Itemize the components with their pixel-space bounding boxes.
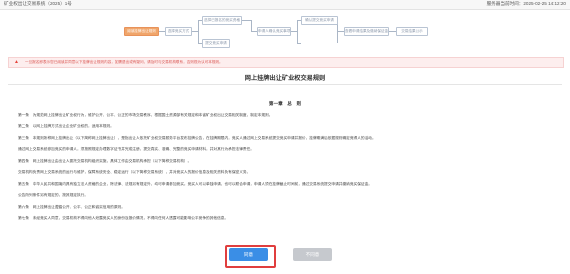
- step-view-result: 查看申请结果及缴纳保证金: [344, 27, 389, 36]
- rule-paragraph: 第五条 中华人民共和国境内具有独立法人资格的企业，除法律、法规另有规定外，均可申…: [18, 182, 372, 186]
- flow-connector: [198, 20, 199, 43]
- warning-icon: ▲: [14, 59, 19, 65]
- rules-title: 网上挂牌出让矿业权交易规则: [244, 75, 326, 82]
- flow-connector: [290, 31, 297, 32]
- rule-paragraph: 第四条 网上挂牌出让由出让人委托交易机构组织实施，具体工作由交易机构承担（以下简…: [18, 159, 192, 163]
- rule-paragraph: 第七条 未经竞买人同意，交易机构不得向他人泄露竞买人的身份及报价情况，不得向任何…: [18, 216, 229, 220]
- rule-paragraph: 公告所列条件另有规定的，按其规定执行。: [18, 193, 89, 197]
- process-flow: 阅读挂牌出让规则 选择竞买方式 选择已报名的竞买资格 提交竞买申请 申请人确认竞…: [0, 11, 570, 49]
- divider: [8, 84, 562, 85]
- step-choose-method: 选择竞买方式: [165, 27, 192, 36]
- rule-paragraph: 第二条 以网上挂牌方式出让企业矿业权的，适用本规则。: [18, 124, 114, 128]
- disagree-button[interactable]: 不同意: [293, 248, 332, 261]
- warning-text: 一旦报名即表示您已阅读并同意以下挂牌出让规则内容，如需退出或有疑问，请及时与交易…: [25, 60, 223, 64]
- step-select-qualification: 选择已报名的竞买资格: [202, 16, 242, 25]
- step-submit-application: 提交竞买申请: [202, 39, 230, 48]
- warning-alert: ▲ 一旦报名即表示您已阅读并同意以下挂牌出让规则内容，如需退出或有疑问，请及时与…: [8, 57, 564, 68]
- agree-button[interactable]: 同意: [229, 248, 268, 261]
- flow-connector: [297, 43, 301, 44]
- rule-paragraph: 第三条 本规则所称网上挂牌出让（以下简称网上挂牌出让），是指出让人依托矿业权交易…: [18, 136, 376, 140]
- rule-paragraph: 第一条 为规范网上挂牌出让矿业权行为，维护公开、公平、公正的市场交易秩序，根据国…: [18, 113, 273, 117]
- rule-paragraph: 通过网上交易系统参加竞买的申请人，须按照规定办理数字证书并完成注册，提交真实、准…: [18, 147, 254, 151]
- step-confirm-matters: 申请人确认竞买事项: [257, 27, 291, 36]
- step-read-rules: 阅读挂牌出让规则: [124, 27, 159, 36]
- chapter-heading: 第一章 总 则: [268, 101, 302, 106]
- flow-connector: [241, 20, 251, 21]
- system-title: 矿业权出让交易系统（2025）1号: [4, 1, 72, 6]
- rule-paragraph: 第六条 网上挂牌出让遵循公开、公平、公正和诚实信用的原则。: [18, 205, 125, 209]
- flow-connector: [158, 31, 165, 32]
- flow-connector: [191, 31, 198, 32]
- rule-paragraph: 交易机构负责网上交易系统的运行与维护，保障系统安全、稳定运行（以下简称交易系统）…: [18, 170, 251, 174]
- flow-connector: [297, 20, 298, 43]
- flow-connector: [388, 31, 396, 32]
- top-bar: 矿业权出让交易系统（2025）1号 服务器当前时间：2025-02-25 14:…: [0, 0, 570, 10]
- step-publicity: 交易结果公示: [396, 27, 428, 36]
- step-confirm-submit: 确认提交竞买申请: [301, 16, 338, 25]
- server-time: 服务器当前时间：2025-02-25 14:12:20: [486, 1, 566, 6]
